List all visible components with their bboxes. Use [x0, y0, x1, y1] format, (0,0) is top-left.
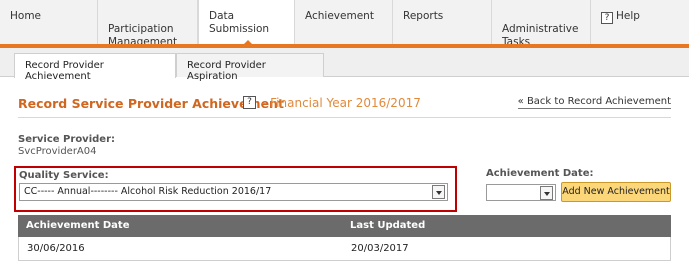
chevron-down-icon[interactable] [432, 185, 445, 199]
nav-item-data-submission[interactable]: Data Submission [198, 0, 295, 44]
service-provider-value: SvcProviderA04 [18, 146, 97, 157]
nav-item-label: Home [10, 10, 42, 22]
help-icon[interactable]: ? [243, 96, 256, 109]
nav-item-reports[interactable]: Reports [393, 0, 492, 44]
back-to-record-achievement-link[interactable]: « Back to Record Achievement [517, 96, 671, 109]
nav-item-home[interactable]: Home [0, 0, 98, 44]
service-provider-label: Service Provider: [18, 134, 116, 145]
table-row[interactable]: 30/06/2016 20/03/2017 [18, 237, 671, 261]
table-header: Achievement Date Last Updated [18, 215, 671, 237]
quality-service-select[interactable]: CC----- Annual-------- Alcohol Risk Redu… [19, 183, 448, 201]
nav-item-achievement[interactable]: Achievement [295, 0, 393, 44]
quality-service-label: Quality Service: [19, 170, 109, 181]
tab-label: Record Provider Achievement [25, 60, 104, 82]
help-icon: ? [601, 12, 613, 24]
nav-item-participation-management[interactable]: Participation Management [98, 0, 198, 48]
cell-achievement-date: 30/06/2016 [27, 243, 85, 254]
tab-label: Record Provider Aspiration [187, 60, 266, 82]
tab-record-provider-aspiration[interactable]: Record Provider Aspiration [176, 53, 324, 82]
sub-tabs: Record Provider Achievement Record Provi… [0, 48, 689, 82]
quality-service-selected: CC----- Annual-------- Alcohol Risk Redu… [24, 186, 272, 197]
nav-item-label: Achievement [305, 10, 374, 22]
top-navigation: Home Participation Management Data Submi… [0, 0, 689, 48]
column-header-achievement-date: Achievement Date [26, 220, 130, 231]
nav-item-label: Data Submission [209, 10, 270, 35]
header-divider [18, 117, 671, 118]
achievement-date-label: Achievement Date: [486, 168, 594, 179]
page-subtitle: - Financial Year 2016/2017 [262, 96, 421, 110]
column-header-last-updated: Last Updated [350, 220, 426, 231]
active-nav-indicator [243, 40, 253, 45]
add-new-achievement-button[interactable]: Add New Achievement [561, 182, 671, 202]
nav-item-label: Reports [403, 10, 444, 22]
achievement-date-select[interactable] [486, 184, 556, 201]
nav-item-label: Help [616, 10, 640, 22]
chevron-down-icon[interactable] [540, 186, 553, 200]
nav-item-help[interactable]: ? Help [591, 0, 689, 44]
nav-item-administrative-tasks[interactable]: Administrative Tasks [492, 0, 591, 48]
tab-record-provider-achievement[interactable]: Record Provider Achievement [14, 53, 176, 82]
cell-last-updated: 20/03/2017 [351, 243, 409, 254]
